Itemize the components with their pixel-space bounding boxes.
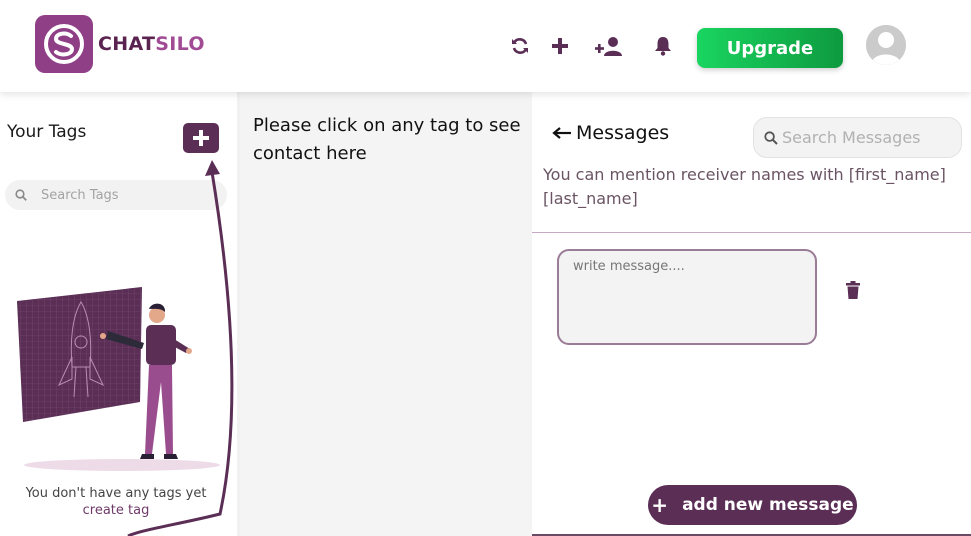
messages-title: Messages	[576, 122, 670, 144]
contacts-panel: Please click on any tag to see contact h…	[240, 92, 532, 536]
hint-arrow	[127, 160, 234, 536]
search-icon	[764, 130, 778, 145]
plus-icon	[193, 130, 209, 146]
tags-panel: Your Tags Search Tags You don't have any…	[0, 92, 240, 536]
logo[interactable]: CHATSILO	[35, 15, 205, 73]
bell-icon[interactable]	[651, 34, 675, 58]
search-messages-field[interactable]	[753, 117, 962, 158]
add-tag-button[interactable]	[183, 123, 219, 153]
avatar[interactable]	[866, 25, 906, 65]
search-icon	[15, 189, 27, 201]
add-user-icon[interactable]	[595, 34, 625, 58]
plus-icon: +	[651, 493, 669, 517]
brand-name-part2: SILO	[155, 33, 205, 55]
messages-header[interactable]: Messages	[552, 122, 669, 144]
messages-panel: Messages You can mention receiver names …	[532, 92, 971, 536]
brand-name: CHATSILO	[98, 33, 205, 55]
trash-icon[interactable]	[845, 281, 861, 301]
upgrade-button[interactable]: Upgrade	[697, 28, 843, 68]
back-arrow-icon[interactable]	[552, 126, 572, 140]
plus-icon[interactable]	[548, 34, 572, 58]
add-new-message-label: add new message	[682, 495, 854, 515]
mention-hint: You can mention receiver names with [fir…	[543, 165, 946, 208]
divider	[532, 232, 971, 233]
refresh-icon[interactable]	[508, 34, 532, 58]
tags-title: Your Tags	[7, 122, 87, 142]
logo-icon	[35, 15, 93, 73]
brand-name-part1: CHAT	[98, 33, 156, 55]
message-input[interactable]	[557, 249, 817, 345]
add-new-message-button[interactable]: + add new message	[648, 485, 857, 525]
search-messages-input[interactable]	[782, 128, 952, 147]
contacts-prompt: Please click on any tag to see contact h…	[253, 115, 521, 164]
top-bar: CHATSILO Upgrade	[0, 0, 971, 92]
